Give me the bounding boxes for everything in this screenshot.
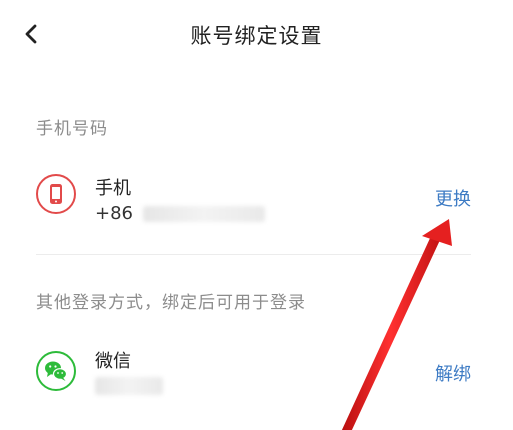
page-title: 账号绑定设置 bbox=[190, 24, 323, 48]
wechat-icon bbox=[36, 351, 76, 391]
phone-row: 手机 +86 更换 bbox=[0, 168, 513, 248]
wechat-account-redacted bbox=[95, 377, 163, 395]
wechat-title: 微信 bbox=[95, 351, 131, 372]
divider bbox=[36, 254, 471, 255]
wechat-account bbox=[95, 375, 163, 396]
phone-number-redacted bbox=[142, 206, 265, 222]
phone-number: +86 bbox=[95, 203, 265, 224]
section-label-phone: 手机号码 bbox=[36, 119, 108, 139]
unbind-wechat-button[interactable]: 解绑 bbox=[435, 360, 471, 386]
mobile-phone-icon bbox=[36, 174, 76, 214]
wechat-row: 微信 解绑 bbox=[0, 343, 513, 423]
phone-title: 手机 bbox=[95, 178, 131, 199]
phone-country-code: +86 bbox=[95, 203, 133, 224]
change-phone-button[interactable]: 更换 bbox=[435, 185, 471, 211]
top-bar: 账号绑定设置 bbox=[0, 0, 513, 70]
section-label-other-login: 其他登录方式，绑定后可用于登录 bbox=[36, 293, 306, 313]
